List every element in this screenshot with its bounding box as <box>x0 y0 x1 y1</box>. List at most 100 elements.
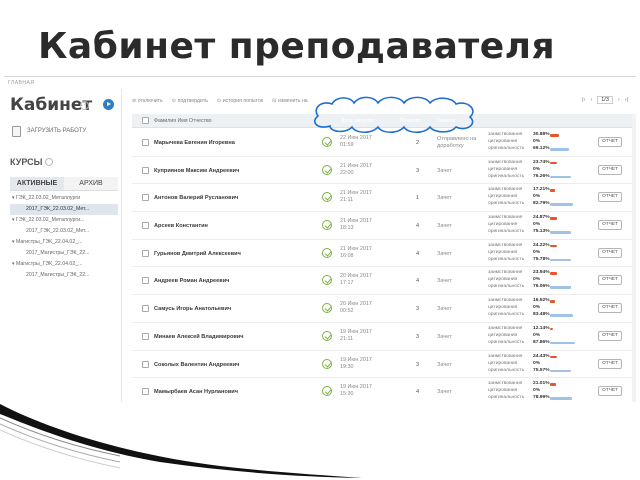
header-name[interactable]: Фамилия Имя Отчество <box>154 118 212 124</box>
originality-metrics: заимствования 21.01% цитирования 0% оригинал… <box>488 381 580 402</box>
report-button[interactable]: ОТЧЕТ <box>598 330 622 341</box>
row-checkbox[interactable] <box>142 166 149 174</box>
metric-originality: оригинальность 76.26% <box>488 174 580 181</box>
course-tree-item[interactable]: ▾ Магистры_ГЭК_22.04.02_... <box>10 237 118 248</box>
attempt-history-button[interactable]: ⊙ история попыток <box>217 98 263 104</box>
row-checkbox[interactable] <box>142 194 149 202</box>
student-name[interactable]: Гурьянов Дмитрий Алексеевич <box>154 251 241 257</box>
row-checkbox[interactable] <box>142 222 149 230</box>
borrowing-bar <box>550 217 557 220</box>
scrollbar[interactable] <box>632 114 636 402</box>
upload-date: 21 Июн 2017 16:08 <box>340 245 372 259</box>
metric-borrowing: заимствования 24.43% <box>488 354 580 361</box>
attempt-number: 1 <box>416 195 420 202</box>
originality-metrics: заимствования 24.87% цитирования 0% оригинал… <box>488 215 580 236</box>
row-checkbox[interactable] <box>142 360 149 368</box>
confirm-button[interactable]: ⊙ подтвердить <box>172 98 208 104</box>
student-name[interactable]: Мамырбаев Асан Нурланович <box>154 389 238 395</box>
course-tree-item[interactable]: 2017_Магистры_ГЭК_22... <box>10 270 118 281</box>
student-name[interactable]: Антонов Валерий Русланович <box>154 195 238 201</box>
row-checkbox[interactable] <box>142 305 149 313</box>
play-icon[interactable] <box>103 99 114 110</box>
row-checkbox[interactable] <box>142 277 149 285</box>
sidebar: Кабинет ? ЗАГРУЗИТЬ РАБОТУ КУРСЫ АКТИВНЫ… <box>4 89 122 402</box>
last-page-icon[interactable]: ›| <box>625 97 628 103</box>
table-row[interactable]: Мамырбаев Асан Нурланович 19 Июн 2017 15:3… <box>132 378 632 402</box>
originality-bar <box>550 231 571 234</box>
highlight-cloud <box>314 96 474 134</box>
originality-bar <box>550 341 575 345</box>
originality-metrics: заимствования 17.21% цитирования 0% оригинал… <box>488 187 580 208</box>
course-tree-item[interactable]: ▾ ГЭК_22.03.02_Металлурги <box>10 193 118 204</box>
report-button[interactable]: ОТЧЕТ <box>598 220 622 231</box>
attempt-number: 3 <box>416 333 420 340</box>
course-tree-item[interactable]: 2017_ГЭК_22.03.02_Мет... <box>10 204 118 215</box>
course-tree-item[interactable]: ▾ Магистры_ГЭК_22.04.02_... <box>10 259 118 270</box>
attempt-number: 3 <box>416 306 420 313</box>
table-row[interactable]: Самусь Игорь Анатольевич 20 Июн 2017 00:52… <box>132 295 632 323</box>
student-name[interactable]: Самусь Игорь Анатольевич <box>154 306 231 312</box>
report-button[interactable]: ОТЧЕТ <box>598 137 622 147</box>
report-button[interactable]: ОТЧЕТ <box>598 164 622 175</box>
next-page-icon[interactable]: › <box>618 97 620 103</box>
upload-date: 22 Июн 2017 01:59 <box>340 135 372 148</box>
student-name[interactable]: Андреев Роман Андреевич <box>154 278 229 284</box>
student-name[interactable]: Арсеев Константин <box>154 223 208 229</box>
upload-work-button[interactable]: ЗАГРУЗИТЬ РАБОТУ <box>12 123 112 139</box>
check-circle-icon <box>322 247 332 258</box>
first-page-icon[interactable]: |‹ <box>582 97 585 103</box>
tab-active[interactable]: АКТИВНЫЕ <box>10 177 64 191</box>
report-button[interactable]: ОТЧЕТ <box>598 275 622 286</box>
metric-originality: оригинальность 75.57% <box>488 368 580 375</box>
table-row[interactable]: Антонов Валерий Русланович 21 Июн 2017 21:… <box>132 184 632 213</box>
student-name[interactable]: Минаев Алексей Владимирович <box>154 334 244 340</box>
row-checkbox[interactable] <box>142 249 149 257</box>
upload-date: 20 Июн 2017 17:17 <box>340 273 372 287</box>
originality-metrics: заимствования 24.43% цитирования 0% оригинал… <box>488 354 580 375</box>
table-row[interactable]: Андреев Роман Андреевич 20 Июн 2017 17:17 4… <box>132 267 632 296</box>
table-row[interactable]: Соколых Валентин Андреевич 19 Июн 2017 19:… <box>132 351 632 379</box>
metric-citations: цитирования 0% <box>488 360 541 366</box>
upload-date: 21 Июн 2017 18:13 <box>340 218 372 232</box>
metric-citations: цитирования 0% <box>488 332 541 338</box>
courses-help-icon[interactable] <box>45 158 53 166</box>
prev-page-icon[interactable]: ‹ <box>590 97 592 103</box>
report-button[interactable]: ОТЧЕТ <box>598 192 622 203</box>
student-name[interactable]: Соколых Валентин Андреевич <box>154 362 239 368</box>
help-icon[interactable]: ? <box>80 101 89 110</box>
metric-borrowing: заимствования 23.74% <box>488 160 580 167</box>
course-tree-item[interactable]: 2017_ГЭК_22.03.02_Мет... <box>10 226 118 237</box>
metric-originality: оригинальность 76.06% <box>488 284 580 291</box>
grade-status: Зачет <box>437 306 452 313</box>
table-row[interactable]: Куприянов Максим Андреевич 21 Июн 2017 22:… <box>132 157 632 185</box>
student-name[interactable]: Куприянов Максим Андреевич <box>154 168 239 174</box>
originality-metrics: заимствования 30.88% цитирования 0% оригинал… <box>488 132 580 153</box>
course-tree-item[interactable]: 2017_Магистры_ГЭК_22... <box>10 248 118 259</box>
report-button[interactable]: ОТЧЕТ <box>598 303 622 314</box>
page-indicator[interactable]: 1/3 <box>597 96 613 104</box>
originality-metrics: заимствования 23.94% цитирования 0% оригинал… <box>488 270 580 291</box>
grade-status: Отправлено на доработку <box>437 136 477 149</box>
metric-citations: цитирования 0% <box>488 139 541 144</box>
change-button[interactable]: ⊟ изменить на <box>272 98 308 104</box>
document-icon <box>12 125 21 137</box>
table-row[interactable]: Минаев Алексей Владимирович 19 Июн 2017 21… <box>132 323 632 351</box>
row-checkbox[interactable] <box>142 139 149 146</box>
table-row[interactable]: Гурьянов Дмитрий Алексеевич 21 Июн 2017 16… <box>132 240 632 268</box>
breadcrumb[interactable]: ГЛАВНАЯ <box>8 80 34 86</box>
report-button[interactable]: ОТЧЕТ <box>598 386 622 397</box>
originality-bar <box>550 203 574 206</box>
metric-originality: оригинальность 83.48% <box>488 312 580 319</box>
select-all-checkbox[interactable] <box>142 117 149 124</box>
table-row[interactable]: Арсеев Константин 21 Июн 2017 18:13 4 Зачет з… <box>132 212 632 240</box>
tab-archive[interactable]: АРХИВ <box>64 177 118 191</box>
report-button[interactable]: ОТЧЕТ <box>598 358 622 369</box>
student-name[interactable]: Марычева Евгения Игоревна <box>154 140 235 146</box>
row-checkbox[interactable] <box>142 332 149 340</box>
metric-originality: оригинальность 82.79% <box>488 201 580 208</box>
row-checkbox[interactable] <box>142 388 149 396</box>
report-button[interactable]: ОТЧЕТ <box>598 247 622 258</box>
disable-button[interactable]: ⊘ отключить <box>132 98 163 104</box>
check-circle-icon <box>322 275 332 286</box>
course-tree-item[interactable]: ▾ ГЭК_22.03.02_Металлурги... <box>10 215 118 226</box>
